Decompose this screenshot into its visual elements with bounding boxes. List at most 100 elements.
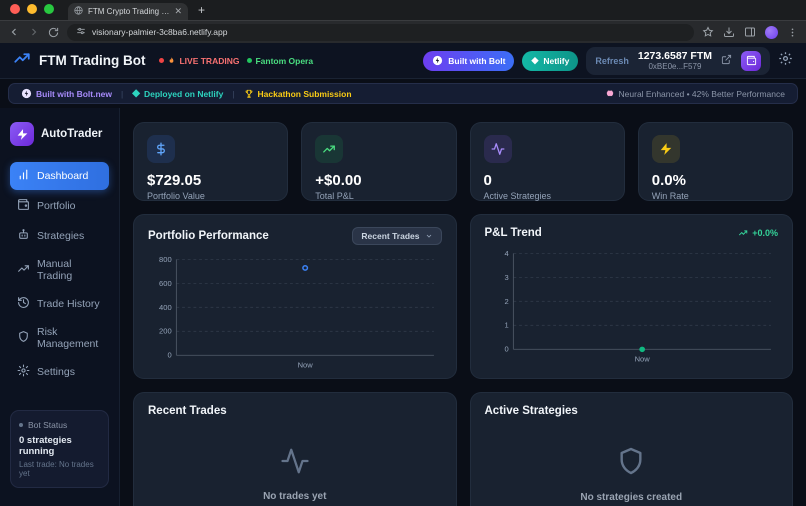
autotrader-zap-icon xyxy=(10,122,34,146)
sidebar-item-label: Portfolio xyxy=(37,200,76,212)
new-tab-button[interactable]: + xyxy=(198,3,205,20)
history-icon xyxy=(17,296,30,312)
reload-icon[interactable] xyxy=(48,27,59,38)
gear-icon xyxy=(17,364,30,380)
settings-gear-icon[interactable] xyxy=(778,51,793,71)
stat-value: $729.05 xyxy=(147,172,274,189)
stat-card-win-rate: 0.0%Win Rate xyxy=(638,122,793,201)
trending-up-icon xyxy=(17,262,30,278)
pnl-trend-chart: 01234Now xyxy=(485,247,779,365)
browser-tab-strip: FTM Crypto Trading Bot - Aut ✕ + xyxy=(0,0,806,20)
tab-close-icon[interactable]: ✕ xyxy=(174,6,182,17)
trending-up-icon xyxy=(315,135,343,163)
svg-text:200: 200 xyxy=(159,327,172,336)
profile-avatar[interactable] xyxy=(765,26,778,39)
stat-card-total-p-l: +$0.00Total P&L xyxy=(301,122,456,201)
bot-icon xyxy=(17,228,30,244)
stats-row: $729.05 Portfolio Value +$0.00Total P&L 0 Ac… xyxy=(133,122,793,201)
recent-trades-card: Recent Trades No trades yet Start a stra… xyxy=(133,392,457,506)
banner-netlify-link[interactable]: ◆ Deployed on Netlify xyxy=(132,88,223,99)
sidebar-item-settings[interactable]: Settings xyxy=(10,358,109,386)
stat-value: 0 xyxy=(484,172,611,189)
sidebar-item-label: Risk Management xyxy=(37,326,102,350)
empty-title: No trades yet xyxy=(263,491,326,502)
stat-value: 0.0% xyxy=(652,172,779,189)
neural-enhanced-note: Neural Enhanced • 42% Better Performance xyxy=(605,89,785,99)
stat-card-active-strategies: 0 Active Strategies xyxy=(470,122,625,201)
tab-title: FTM Crypto Trading Bot - Aut xyxy=(88,7,169,16)
sidebar: AutoTrader Dashboard Portfolio Strategies M… xyxy=(0,108,120,506)
pnl-trend-card: P&L Trend +0.0% 01234Now xyxy=(470,214,794,379)
refresh-button[interactable]: Refresh xyxy=(595,56,629,66)
browser-tab[interactable]: FTM Crypto Trading Bot - Aut ✕ xyxy=(68,3,188,20)
site-settings-icon[interactable] xyxy=(76,26,86,38)
empty-title: No strategies created xyxy=(580,492,682,503)
brand-name: AutoTrader xyxy=(41,128,102,140)
sidebar-item-strategies[interactable]: Strategies xyxy=(10,222,109,250)
trending-up-icon xyxy=(738,228,748,238)
back-icon[interactable] xyxy=(8,26,20,38)
sidebar-item-label: Trade History xyxy=(37,298,100,310)
active-strategies-empty-state: No strategies created Create your first … xyxy=(485,417,779,506)
bot-status-header: Bot Status xyxy=(19,420,100,430)
svg-text:4: 4 xyxy=(504,249,508,258)
url-text: visionary-palmier-3c8ba6.netlify.app xyxy=(92,27,227,37)
sidebar-item-label: Strategies xyxy=(37,230,84,242)
trophy-icon xyxy=(244,89,254,99)
banner-hackathon-link[interactable]: Hackathon Submission xyxy=(244,89,352,99)
wallet-balance: 1273.6587 FTM xyxy=(638,50,712,62)
stat-value: +$0.00 xyxy=(315,172,442,189)
sidebar-item-risk-management[interactable]: Risk Management xyxy=(10,320,109,356)
sidebar-item-portfolio[interactable]: Portfolio xyxy=(10,192,109,220)
activity-icon xyxy=(280,446,310,481)
sidebar-item-label: Settings xyxy=(37,366,75,378)
shield-icon xyxy=(17,330,30,346)
window-zoom-button[interactable] xyxy=(44,4,54,14)
netlify-diamond-icon: ◆ xyxy=(132,88,140,99)
url-bar[interactable]: visionary-palmier-3c8ba6.netlify.app xyxy=(67,24,694,41)
window-minimize-button[interactable] xyxy=(27,4,37,14)
external-link-icon[interactable] xyxy=(721,52,732,70)
shield-icon xyxy=(615,445,647,482)
window-close-button[interactable] xyxy=(10,4,20,14)
built-with-bolt-button[interactable]: Built with Bolt xyxy=(423,51,514,71)
banner-bolt-link[interactable]: Built with Bolt.new xyxy=(21,88,112,99)
bookmark-star-icon[interactable] xyxy=(702,26,714,38)
wallet-address: 0xBE0e...F579 xyxy=(638,62,712,71)
netlify-button[interactable]: ◆ Netlify xyxy=(522,51,578,71)
wallet-button[interactable] xyxy=(741,51,761,71)
wallet-icon xyxy=(746,55,757,66)
forward-icon[interactable] xyxy=(28,26,40,38)
promo-banner: Built with Bolt.new | ◆ Deployed on Netl… xyxy=(8,83,798,104)
stat-label: Portfolio Value xyxy=(147,191,274,201)
bot-status-last-trade: Last trade: No trades yet xyxy=(19,460,100,478)
svg-text:800: 800 xyxy=(159,255,172,264)
bolt-icon xyxy=(432,55,443,66)
sidebar-item-manual-trading[interactable]: Manual Trading xyxy=(10,252,109,288)
browser-menu-icon[interactable] xyxy=(787,27,798,38)
app-title: FTM Trading Bot xyxy=(39,53,145,68)
stat-card-portfolio-value: $729.05 Portfolio Value xyxy=(133,122,288,201)
sidebar-item-dashboard[interactable]: Dashboard xyxy=(10,162,109,190)
browser-actions xyxy=(702,26,798,39)
sidebar-item-trade-history[interactable]: Trade History xyxy=(10,290,109,318)
app-logo-trending-up-icon xyxy=(13,49,31,72)
app-header: FTM Trading Bot LIVE TRADING Fantom Oper… xyxy=(0,43,806,79)
dollar-icon xyxy=(147,135,175,163)
portfolio-performance-title: Portfolio Performance xyxy=(148,230,269,242)
svg-text:1: 1 xyxy=(504,321,508,330)
brain-icon xyxy=(605,89,615,98)
side-panel-icon[interactable] xyxy=(744,26,756,38)
chart-range-dropdown[interactable]: Recent Trades xyxy=(352,227,441,245)
stat-label: Active Strategies xyxy=(484,191,611,201)
flame-icon xyxy=(167,56,176,66)
bar-chart-icon xyxy=(17,168,30,184)
window-controls xyxy=(10,0,54,20)
downloads-icon[interactable] xyxy=(723,26,735,38)
netlify-diamond-icon: ◆ xyxy=(531,55,538,66)
active-strategies-title: Active Strategies xyxy=(485,405,779,417)
svg-text:600: 600 xyxy=(159,279,172,288)
svg-text:0: 0 xyxy=(167,351,171,360)
status-dot-icon xyxy=(19,423,23,427)
tab-favicon-globe-icon xyxy=(74,6,83,17)
